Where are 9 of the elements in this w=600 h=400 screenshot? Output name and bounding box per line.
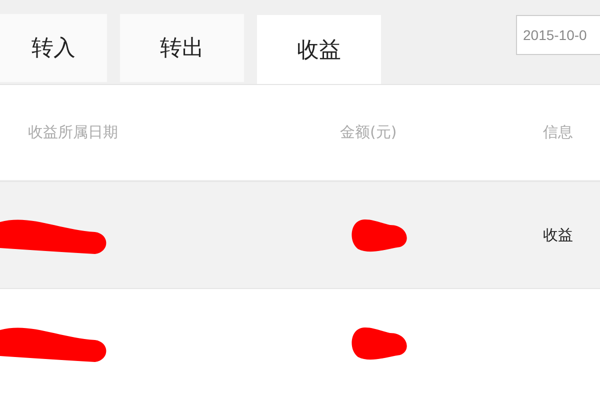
- tab[interactable]: 转入: [0, 14, 107, 82]
- date-field[interactable]: 2015-10-0: [516, 15, 600, 55]
- table-row[interactable]: 收益: [0, 181, 600, 289]
- table-cell: 收益: [543, 226, 573, 244]
- column-header: 金额(元): [340, 123, 397, 142]
- column-header: 信息: [543, 123, 573, 142]
- column-header: 收益所属日期: [28, 123, 118, 142]
- tab[interactable]: 收益: [257, 15, 381, 84]
- tab[interactable]: 转出: [120, 14, 244, 82]
